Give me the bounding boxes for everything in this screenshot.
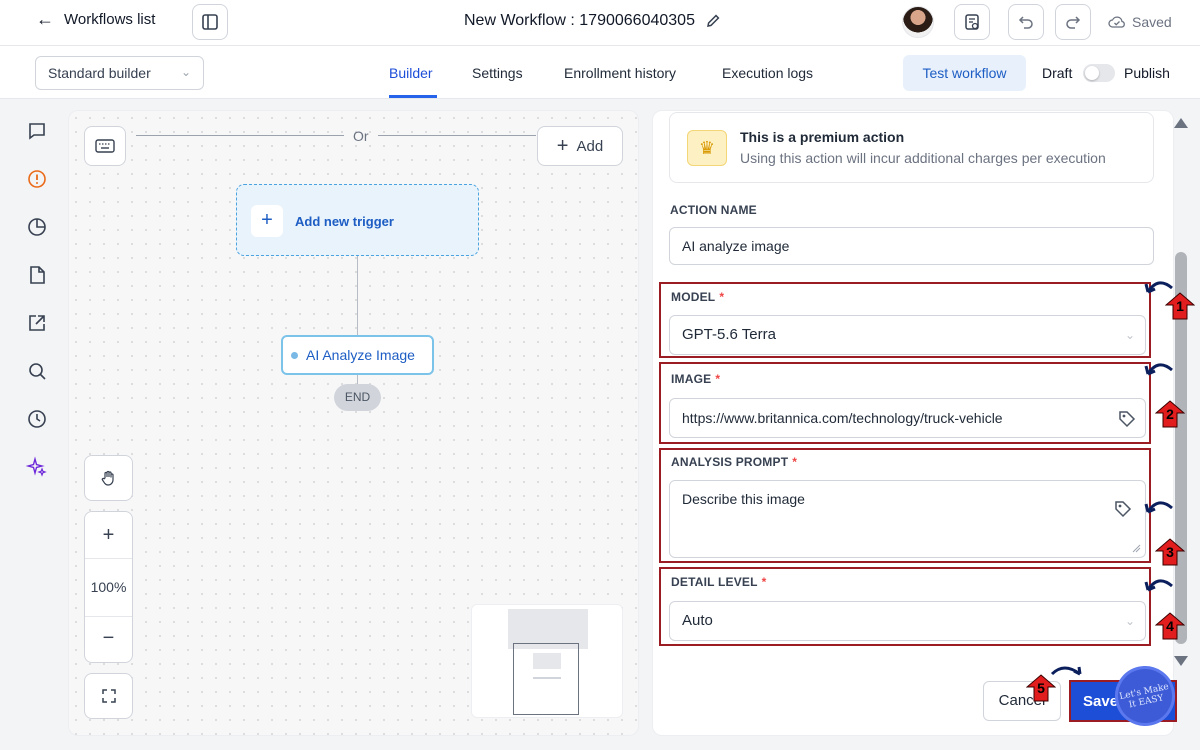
highlight-box-prompt (659, 448, 1151, 563)
ai-analyze-image-node[interactable]: AI Analyze Image (281, 335, 434, 375)
undo-icon (1018, 16, 1033, 29)
chevron-down-icon: ⌄ (180, 65, 191, 79)
step-number: 5 (1037, 680, 1045, 696)
tab-builder[interactable]: Builder (389, 65, 433, 81)
minimap-end-block (533, 677, 561, 679)
step-marker-3: 3 (1154, 538, 1186, 566)
hand-icon (101, 470, 114, 486)
history-icon[interactable] (26, 408, 48, 430)
add-label: Add (576, 137, 604, 155)
zoom-in-button[interactable]: + (85, 524, 132, 547)
top-bar: ← Workflows list New Workflow : 17900660… (0, 0, 1200, 46)
step-number: 4 (1166, 618, 1174, 634)
zoom-divider (85, 616, 132, 617)
expand-icon (101, 689, 116, 703)
pan-tool-button[interactable] (84, 455, 133, 501)
minimap-node-block (533, 653, 561, 669)
curved-arrow-icon (1144, 363, 1173, 376)
search-icon[interactable] (26, 360, 48, 382)
save-status: Saved (1108, 14, 1172, 30)
clipboard-check-icon (965, 14, 979, 30)
action-name-label: ACTION NAME (670, 203, 757, 217)
pencil-edit-icon[interactable] (705, 13, 721, 29)
workflow-title: New Workflow : 1790066040305 (464, 12, 721, 30)
toggle-sidebar-button[interactable] (192, 4, 228, 40)
chart-icon[interactable] (26, 216, 48, 238)
highlight-box-image (659, 362, 1151, 444)
redo-button[interactable] (1055, 4, 1091, 40)
zoom-out-button[interactable]: − (85, 627, 132, 650)
or-divider-right (378, 135, 536, 136)
alert-icon[interactable] (26, 168, 48, 190)
keyboard-shortcuts-button[interactable] (84, 126, 126, 166)
step-marker-4: 4 (1154, 612, 1186, 640)
workflow-title-text: New Workflow : 1790066040305 (464, 12, 695, 29)
test-workflow-button[interactable]: Test workflow (903, 55, 1026, 91)
keyboard-icon (95, 139, 115, 153)
scroll-up-arrow[interactable] (1174, 118, 1188, 128)
or-divider-left (136, 135, 344, 136)
saved-label: Saved (1132, 14, 1172, 30)
builder-type-select[interactable]: Standard builder ⌄ (35, 56, 204, 90)
sparkle-icon[interactable] (26, 456, 48, 478)
review-button[interactable] (954, 4, 990, 40)
external-link-icon[interactable] (26, 312, 48, 334)
step-number: 3 (1166, 544, 1174, 560)
step-number: 2 (1166, 406, 1174, 422)
zoom-divider (85, 558, 132, 559)
scroll-down-arrow[interactable] (1174, 656, 1188, 666)
zoom-controls: + 100% − (84, 511, 133, 663)
node-status-dot (291, 351, 298, 359)
plus-icon: + (556, 135, 569, 157)
add-new-trigger-card[interactable]: + Add new trigger (236, 184, 479, 256)
node-label: AI Analyze Image (306, 347, 415, 363)
document-icon[interactable] (26, 264, 48, 286)
publish-toggle[interactable] (1083, 64, 1115, 82)
premium-action-notice: ♛ This is a premium action Using this ac… (669, 112, 1154, 183)
add-trigger-label: Add new trigger (295, 214, 394, 229)
sidebar-panel-icon (202, 14, 218, 30)
chat-icon[interactable] (26, 120, 48, 142)
action-name-input[interactable]: AI analyze image (669, 227, 1154, 265)
publish-label: Publish (1124, 65, 1170, 81)
arrow-left-icon: ← (36, 9, 54, 29)
step-marker-5: 5 (1025, 674, 1057, 702)
step-marker-2: 2 (1154, 400, 1186, 428)
minimap[interactable] (471, 604, 623, 718)
connector-line-end (357, 375, 358, 384)
step-number: 1 (1176, 298, 1184, 314)
undo-button[interactable] (1008, 4, 1044, 40)
end-node: END (334, 384, 381, 411)
redo-icon (1066, 16, 1081, 29)
back-to-workflows-link[interactable]: ← Workflows list (36, 10, 155, 28)
tab-settings[interactable]: Settings (472, 65, 523, 81)
user-avatar[interactable] (902, 6, 934, 38)
cloud-check-icon (1108, 16, 1125, 28)
highlight-box-detail (659, 567, 1151, 646)
fit-view-button[interactable] (84, 673, 133, 719)
curved-arrow-icon (1144, 501, 1173, 514)
action-name-value: AI analyze image (682, 238, 790, 254)
builder-type-value: Standard builder (48, 65, 151, 81)
highlight-box-model (659, 282, 1151, 358)
connector-line (357, 256, 358, 335)
plus-icon: + (251, 205, 283, 237)
add-button[interactable]: + Add (537, 126, 623, 166)
premium-title: This is a premium action (740, 129, 905, 145)
sub-navigation-bar: Standard builder ⌄ Builder Settings Enro… (0, 47, 1200, 99)
premium-subtitle: Using this action will incur additional … (740, 150, 1106, 166)
or-label: Or (353, 128, 369, 144)
step-marker-1: 1 (1164, 292, 1196, 320)
active-tab-indicator (389, 95, 437, 98)
crown-icon: ♛ (687, 130, 727, 166)
tab-enrollment-history[interactable]: Enrollment history (564, 65, 676, 81)
tab-execution-logs[interactable]: Execution logs (722, 65, 813, 81)
draft-label: Draft (1042, 65, 1073, 81)
zoom-level: 100% (90, 579, 127, 595)
back-label: Workflows list (64, 10, 156, 28)
